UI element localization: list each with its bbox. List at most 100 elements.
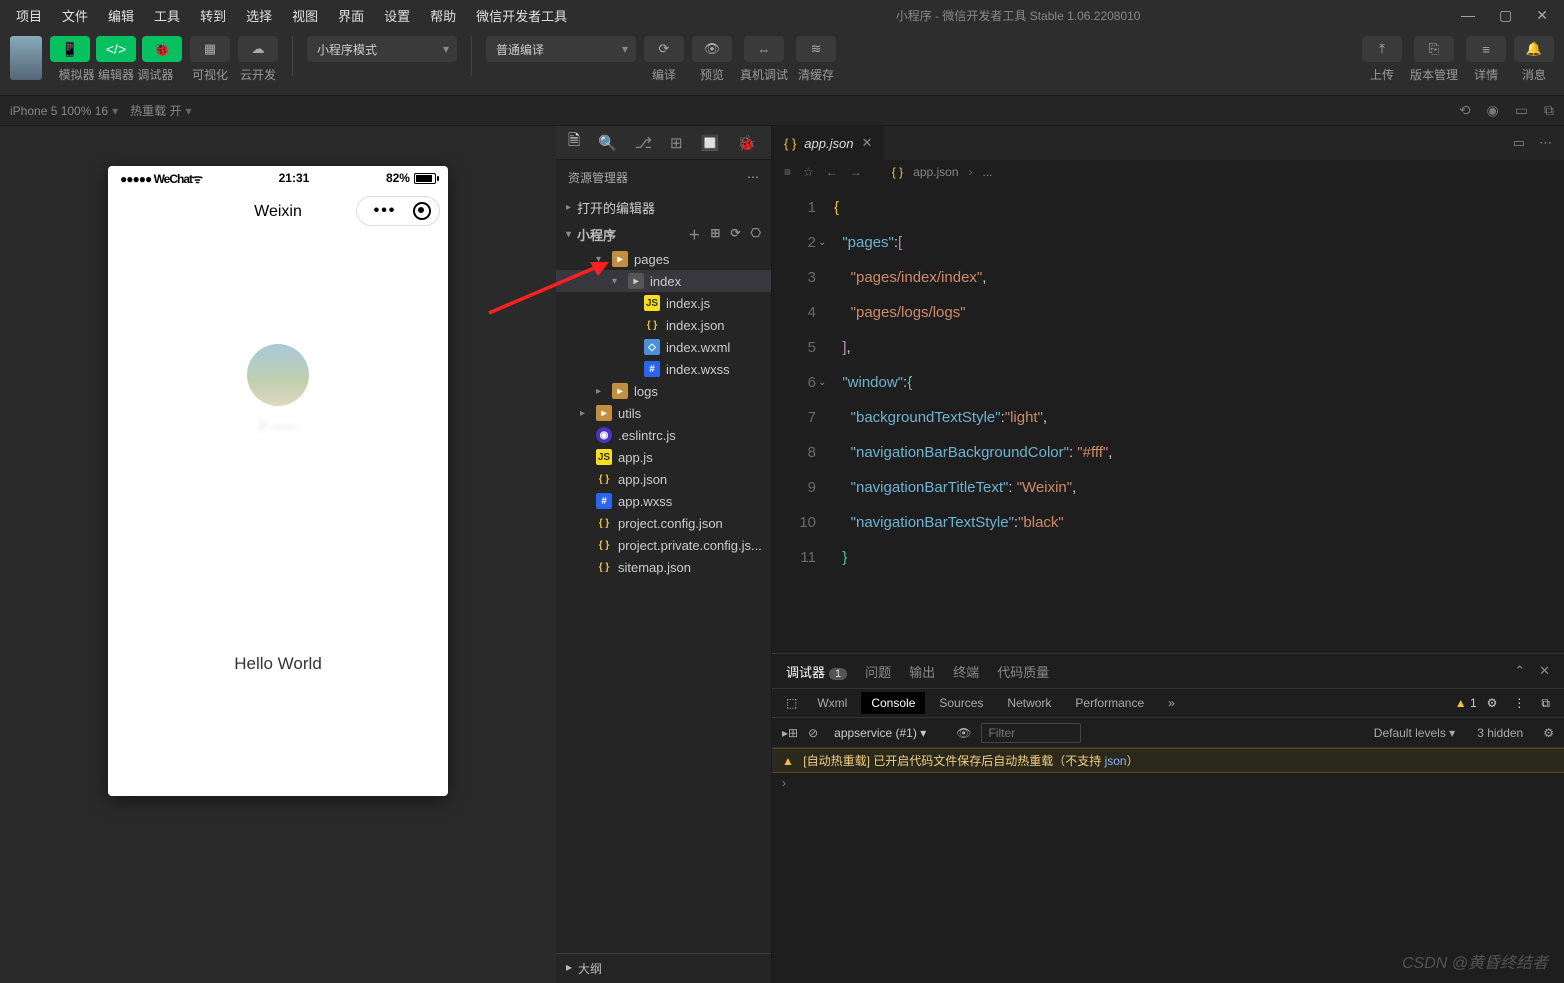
menu-编辑[interactable]: 编辑 — [100, 2, 142, 29]
upload-button[interactable]: ⤒ — [1362, 36, 1402, 62]
tree-item-project.private.config.js...[interactable]: { }project.private.config.js... — [556, 534, 771, 556]
tree-item-project.config.json[interactable]: { }project.config.json — [556, 512, 771, 534]
tree-item-app.json[interactable]: { }app.json — [556, 468, 771, 490]
capsule-button[interactable]: ••• — [356, 196, 440, 226]
menu-选择[interactable]: 选择 — [238, 2, 280, 29]
editor-layout-icon[interactable]: ⋯ — [1539, 135, 1552, 151]
tree-item-utils[interactable]: ▸▸utils — [556, 402, 771, 424]
tree-item-logs[interactable]: ▸▸logs — [556, 380, 771, 402]
open-editors-section[interactable]: ▸打开的编辑器 — [556, 194, 771, 221]
compile-button[interactable]: ⟳ — [644, 36, 684, 62]
devtools-action-icon[interactable]: ⋮ — [1507, 696, 1531, 710]
menu-微信开发者工具[interactable]: 微信开发者工具 — [468, 2, 575, 29]
devtools-tab-performance[interactable]: Performance — [1065, 692, 1154, 714]
user-avatar[interactable] — [10, 36, 42, 80]
message-button[interactable]: 🔔 — [1514, 36, 1554, 62]
console-output[interactable]: ▲ [自动热重载] 已开启代码文件保存后自动热重载（不支持 json） › — [772, 748, 1564, 983]
devtools-action-icon[interactable]: ⧉ — [1535, 696, 1556, 711]
debugger-tab-输出[interactable]: 输出 — [909, 662, 935, 681]
editor-tool-icon[interactable]: ← — [826, 165, 838, 179]
debugger-button[interactable]: 🐞 — [142, 36, 182, 62]
devtools-tab-console[interactable]: Console — [861, 692, 925, 714]
menu-界面[interactable]: 界面 — [330, 2, 372, 29]
menu-转到[interactable]: 转到 — [192, 2, 234, 29]
tab-close-icon[interactable]: ✕ — [861, 135, 872, 151]
sim-tool-icon[interactable]: ⟲ — [1459, 102, 1471, 119]
visualize-button[interactable]: ▦ — [190, 36, 230, 62]
menu-工具[interactable]: 工具 — [146, 2, 188, 29]
menu-视图[interactable]: 视图 — [284, 2, 326, 29]
remote-debug-button[interactable]: ⇔ — [744, 36, 784, 62]
project-action-icon[interactable]: ＋ — [688, 226, 700, 243]
activity-icon[interactable]: 🐞 — [737, 134, 756, 152]
cloud-dev-button[interactable]: ☁ — [238, 36, 278, 62]
clear-cache-button[interactable]: ≋ — [796, 36, 836, 62]
debugger-tab-代码质量[interactable]: 代码质量 — [997, 662, 1049, 681]
editor-button[interactable]: </> — [96, 36, 136, 62]
version-button[interactable]: ⎘ — [1414, 36, 1454, 62]
devtools-tab-wxml[interactable]: Wxml — [807, 692, 857, 714]
menu-项目[interactable]: 项目 — [8, 2, 50, 29]
devtools-tab-network[interactable]: Network — [997, 692, 1061, 714]
project-section[interactable]: ▾小程序 ＋⊞⟳⎔ — [556, 221, 771, 248]
context-select[interactable]: appservice (#1) ▾ — [828, 724, 946, 742]
activity-icon[interactable]: 🔲 — [701, 134, 720, 152]
explorer-more-icon[interactable]: ⋯ — [747, 170, 759, 184]
tree-item-index.js[interactable]: JSindex.js — [556, 292, 771, 314]
hidden-count[interactable]: 3 hidden — [1477, 726, 1523, 740]
tree-item-app.wxss[interactable]: #app.wxss — [556, 490, 771, 512]
tree-item-index.json[interactable]: { }index.json — [556, 314, 771, 336]
tree-item-sitemap.json[interactable]: { }sitemap.json — [556, 556, 771, 578]
capsule-close-icon[interactable] — [413, 202, 431, 220]
tree-item-index[interactable]: ▾▸index — [556, 270, 771, 292]
editor-tool-icon[interactable]: ≡ — [784, 165, 791, 179]
activity-icon[interactable]: 🗎 — [568, 130, 580, 155]
debugger-tab-调试器[interactable]: 调试器1 — [786, 662, 847, 681]
menu-文件[interactable]: 文件 — [54, 2, 96, 29]
eye-icon[interactable]: 👁 — [956, 726, 971, 740]
compile-select[interactable]: 普通编译 — [486, 36, 636, 62]
close-icon[interactable]: ✕ — [1536, 7, 1548, 24]
activity-icon[interactable]: ⊞ — [670, 134, 683, 152]
sim-tool-icon[interactable]: ◉ — [1487, 102, 1499, 119]
outline-section[interactable]: ▸大纲 — [556, 953, 771, 983]
maximize-icon[interactable]: ▢ — [1499, 7, 1512, 24]
devtools-more-icon[interactable]: » — [1158, 692, 1185, 714]
clear-console-icon[interactable]: ⊘ — [808, 726, 818, 740]
detail-button[interactable]: ≡ — [1466, 36, 1506, 62]
editor-tab-app-json[interactable]: { } app.json ✕ — [772, 126, 885, 160]
project-action-icon[interactable]: ⟳ — [730, 226, 740, 243]
devtools-tab-sources[interactable]: Sources — [929, 692, 993, 714]
devtools-action-icon[interactable]: ⚙ — [1481, 696, 1504, 710]
device-select[interactable]: iPhone 5 100% 16 — [10, 104, 118, 118]
sim-tool-icon[interactable]: ▭ — [1515, 102, 1528, 119]
hot-reload-toggle[interactable]: 热重载 开 — [130, 102, 191, 119]
menu-设置[interactable]: 设置 — [376, 2, 418, 29]
breadcrumb-more[interactable]: ... — [983, 165, 993, 179]
activity-icon[interactable]: 🔍 — [598, 134, 617, 152]
console-filter-input[interactable] — [981, 723, 1081, 743]
tree-item-pages[interactable]: ▾▸pages — [556, 248, 771, 270]
project-action-icon[interactable]: ⎔ — [751, 226, 761, 243]
sim-tool-icon[interactable]: ⧉ — [1544, 102, 1554, 119]
preview-button[interactable]: 👁 — [692, 36, 732, 62]
code-editor[interactable]: 1⌄2345⌄67891011 { "pages":[ "pages/index… — [772, 184, 1564, 653]
tree-item-.eslintrc.js[interactable]: ◉.eslintrc.js — [556, 424, 771, 446]
inspect-icon[interactable]: ⬚ — [780, 696, 803, 710]
breadcrumb-file[interactable]: app.json — [913, 165, 958, 179]
settings-icon[interactable]: ⚙ — [1543, 726, 1554, 740]
toggle-sidebar-icon[interactable]: ▸⊞ — [782, 726, 798, 740]
tree-item-index.wxss[interactable]: #index.wxss — [556, 358, 771, 380]
activity-icon[interactable]: ⎇ — [635, 134, 652, 152]
simulator-button[interactable]: 📱 — [50, 36, 90, 62]
editor-tool-icon[interactable]: ☆ — [803, 165, 814, 179]
project-action-icon[interactable]: ⊞ — [710, 226, 720, 243]
console-prompt[interactable]: › — [772, 773, 1564, 793]
panel-control-icon[interactable]: ✕ — [1539, 663, 1550, 679]
debugger-tab-问题[interactable]: 问题 — [865, 662, 891, 681]
panel-control-icon[interactable]: ⌃ — [1514, 663, 1525, 679]
tree-item-app.js[interactable]: JSapp.js — [556, 446, 771, 468]
editor-tool-icon[interactable]: → — [850, 165, 862, 179]
capsule-menu-icon[interactable]: ••• — [357, 202, 413, 220]
menu-帮助[interactable]: 帮助 — [422, 2, 464, 29]
